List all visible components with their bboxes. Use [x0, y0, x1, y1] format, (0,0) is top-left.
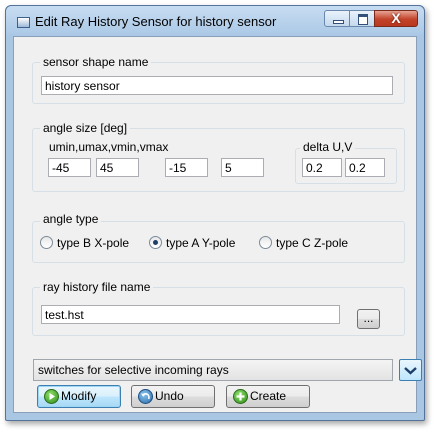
- switches-select[interactable]: switches for selective incoming rays: [33, 359, 393, 381]
- browse-button[interactable]: ...: [357, 309, 380, 329]
- delta-v-field[interactable]: 0.2: [345, 158, 385, 177]
- maximize-button[interactable]: [349, 10, 375, 27]
- umin-umax-vmin-vmax-label: umin,umax,vmin,vmax: [49, 140, 169, 154]
- sensor-shape-name-field[interactable]: history sensor: [41, 76, 393, 95]
- minimize-icon: [333, 20, 344, 24]
- play-icon: [44, 389, 59, 404]
- switches-dropdown-button[interactable]: [399, 359, 422, 381]
- close-icon: X: [391, 10, 401, 26]
- window-title: Edit Ray History Sensor for history sens…: [35, 14, 277, 29]
- create-label: Create: [250, 389, 287, 403]
- radio-label: type B X-pole: [57, 236, 130, 250]
- switches-select-value: switches for selective incoming rays: [38, 363, 229, 377]
- close-button[interactable]: X: [374, 10, 418, 27]
- radio-type-a-y-pole[interactable]: type A Y-pole: [149, 236, 235, 252]
- angle-size-label: angle size [deg]: [40, 121, 131, 135]
- radio-indicator-selected: [149, 236, 162, 249]
- window-app-icon: [17, 17, 30, 28]
- undo-icon: [138, 389, 153, 404]
- umax-field[interactable]: 45: [96, 158, 139, 177]
- browse-label: ...: [363, 311, 374, 325]
- maximize-icon: [358, 14, 368, 25]
- modify-button[interactable]: Modify: [37, 385, 121, 408]
- radio-indicator: [40, 236, 53, 249]
- radio-type-b-x-pole[interactable]: type B X-pole: [40, 236, 129, 252]
- title-bar[interactable]: Edit Ray History Sensor for history sens…: [6, 6, 424, 36]
- ray-history-file-field[interactable]: test.hst: [41, 305, 340, 324]
- radio-label: type C Z-pole: [276, 236, 349, 250]
- modify-label: Modify: [61, 389, 97, 403]
- radio-label: type A Y-pole: [166, 236, 236, 250]
- angle-type-label: angle type: [40, 212, 102, 226]
- undo-label: Undo: [155, 389, 184, 403]
- minimize-button[interactable]: [324, 10, 350, 27]
- radio-indicator: [259, 236, 272, 249]
- umin-field[interactable]: -45: [48, 158, 91, 177]
- delta-uv-label: delta U,V: [300, 140, 356, 154]
- sensor-shape-label: sensor shape name: [40, 55, 152, 69]
- ray-history-file-label: ray history file name: [40, 280, 154, 294]
- delta-u-field[interactable]: 0.2: [302, 158, 342, 177]
- vmin-field[interactable]: -15: [165, 158, 208, 177]
- create-button[interactable]: Create: [226, 385, 310, 408]
- undo-button[interactable]: Undo: [131, 385, 215, 408]
- radio-type-c-z-pole[interactable]: type C Z-pole: [259, 236, 348, 252]
- vmax-field[interactable]: 5: [221, 158, 264, 177]
- chevron-down-icon: [404, 367, 417, 375]
- plus-icon: [233, 389, 248, 404]
